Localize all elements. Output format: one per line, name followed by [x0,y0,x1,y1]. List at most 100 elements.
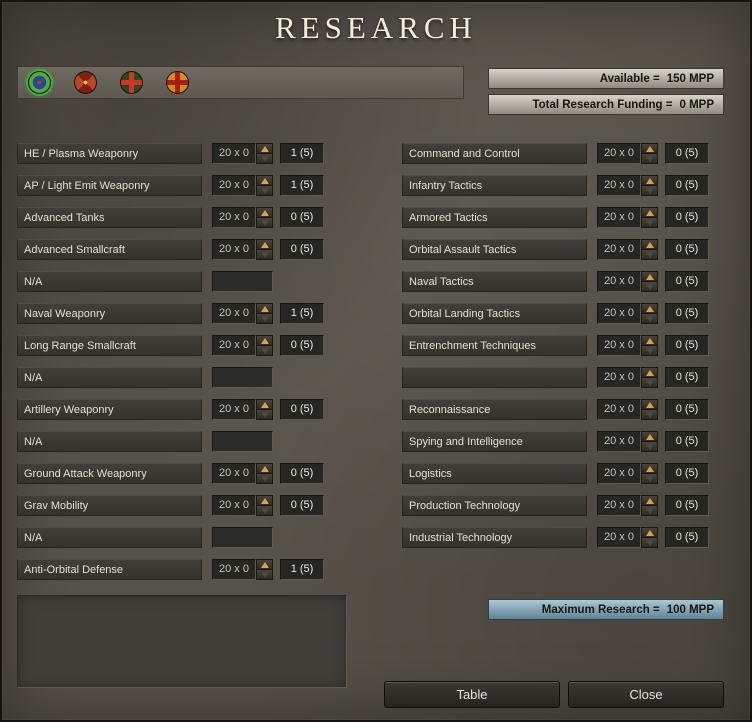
research-window: RESEARCH Available = 150 MPP Total Resea… [0,0,752,722]
research-level-count: 1 (5) [280,143,324,164]
decrease-funding-button[interactable] [256,249,273,260]
decrease-funding-button[interactable] [641,505,658,516]
decrease-funding-button[interactable] [641,345,658,356]
increase-funding-button[interactable] [256,463,273,473]
faction-flag-4-icon[interactable] [166,71,189,94]
up-arrow-icon [645,529,654,536]
decrease-funding-button[interactable] [641,185,658,196]
increase-funding-button[interactable] [256,495,273,505]
increase-funding-button[interactable] [256,335,273,345]
research-category-label: Ground Attack Weaponry [17,463,202,484]
faction-flag-3-icon[interactable] [120,71,143,94]
decrease-funding-button[interactable] [641,441,658,452]
increase-funding-button[interactable] [256,175,273,185]
increase-funding-button[interactable] [256,207,273,217]
increase-funding-button[interactable] [641,431,658,441]
table-button[interactable]: Table [384,681,560,708]
increase-funding-button[interactable] [256,559,273,569]
funding-value: 0 MPP [679,98,714,111]
up-arrow-icon [645,369,654,376]
increase-funding-button[interactable] [641,463,658,473]
increase-funding-button[interactable] [641,143,658,153]
decrease-funding-button[interactable] [641,473,658,484]
up-arrow-icon [645,305,654,312]
research-spinner [641,239,658,260]
research-row: Command and Control 20 x 0 0 (5) [402,143,732,164]
research-cost-box: 20 x 0 [597,335,641,356]
research-row: Grav Mobility 20 x 0 0 (5) [17,495,347,516]
research-level-count: 0 (5) [280,207,324,228]
research-spinner [641,367,658,388]
down-arrow-icon [260,571,269,578]
increase-funding-button[interactable] [641,239,658,249]
up-arrow-icon [260,465,269,472]
increase-funding-button[interactable] [641,367,658,377]
increase-funding-button[interactable] [641,175,658,185]
decrease-funding-button[interactable] [256,153,273,164]
available-label: Available = [599,72,660,85]
down-arrow-icon [645,411,654,418]
research-level-count: 1 (5) [280,175,324,196]
increase-funding-button[interactable] [256,399,273,409]
decrease-funding-button[interactable] [641,281,658,292]
faction-flag-2-icon[interactable] [74,71,97,94]
research-category-label [402,367,587,388]
research-category-label: Logistics [402,463,587,484]
research-row: Advanced Tanks 20 x 0 0 (5) [17,207,347,228]
decrease-funding-button[interactable] [641,313,658,324]
research-cost-box [212,367,273,388]
research-row: Naval Tactics 20 x 0 0 (5) [402,271,732,292]
down-arrow-icon [645,379,654,386]
research-category-label: Naval Tactics [402,271,587,292]
decrease-funding-button[interactable] [256,505,273,516]
increase-funding-button[interactable] [256,303,273,313]
decrease-funding-button[interactable] [256,313,273,324]
decrease-funding-button[interactable] [256,409,273,420]
decrease-funding-button[interactable] [256,345,273,356]
decrease-funding-button[interactable] [641,537,658,548]
increase-funding-button[interactable] [641,399,658,409]
research-cost-box: 20 x 0 [597,143,641,164]
research-cost-box: 20 x 0 [597,367,641,388]
increase-funding-button[interactable] [641,495,658,505]
faction-flag-bar [17,66,464,99]
maximum-label: Maximum Research = [541,603,660,616]
increase-funding-button[interactable] [641,335,658,345]
decrease-funding-button[interactable] [641,377,658,388]
down-arrow-icon [645,475,654,482]
faction-flag-1-icon[interactable] [28,71,51,94]
increase-funding-button[interactable] [641,303,658,313]
maximum-research-bar: Maximum Research = 100 MPP [488,599,724,620]
research-cost-box: 20 x 0 [212,559,256,580]
research-level-count: 0 (5) [665,271,709,292]
up-arrow-icon [645,401,654,408]
research-row: Naval Weaponry 20 x 0 1 (5) [17,303,347,324]
down-arrow-icon [645,155,654,162]
increase-funding-button[interactable] [256,239,273,249]
decrease-funding-button[interactable] [641,249,658,260]
research-spinner [256,399,273,420]
up-arrow-icon [645,241,654,248]
up-arrow-icon [645,465,654,472]
research-row: N/A [17,367,347,388]
decrease-funding-button[interactable] [256,217,273,228]
increase-funding-button[interactable] [641,527,658,537]
decrease-funding-button[interactable] [256,185,273,196]
research-category-label: Production Technology [402,495,587,516]
increase-funding-button[interactable] [641,207,658,217]
decrease-funding-button[interactable] [641,409,658,420]
research-category-label: AP / Light Emit Weaponry [17,175,202,196]
close-button[interactable]: Close [568,681,724,708]
maximum-value: 100 MPP [666,603,714,616]
research-category-label: N/A [17,271,202,292]
decrease-funding-button[interactable] [641,153,658,164]
research-category-label: Orbital Landing Tactics [402,303,587,324]
increase-funding-button[interactable] [256,143,273,153]
research-category-label: Industrial Technology [402,527,587,548]
decrease-funding-button[interactable] [256,569,273,580]
up-arrow-icon [645,433,654,440]
increase-funding-button[interactable] [641,271,658,281]
decrease-funding-button[interactable] [256,473,273,484]
decrease-funding-button[interactable] [641,217,658,228]
research-spinner [641,303,658,324]
